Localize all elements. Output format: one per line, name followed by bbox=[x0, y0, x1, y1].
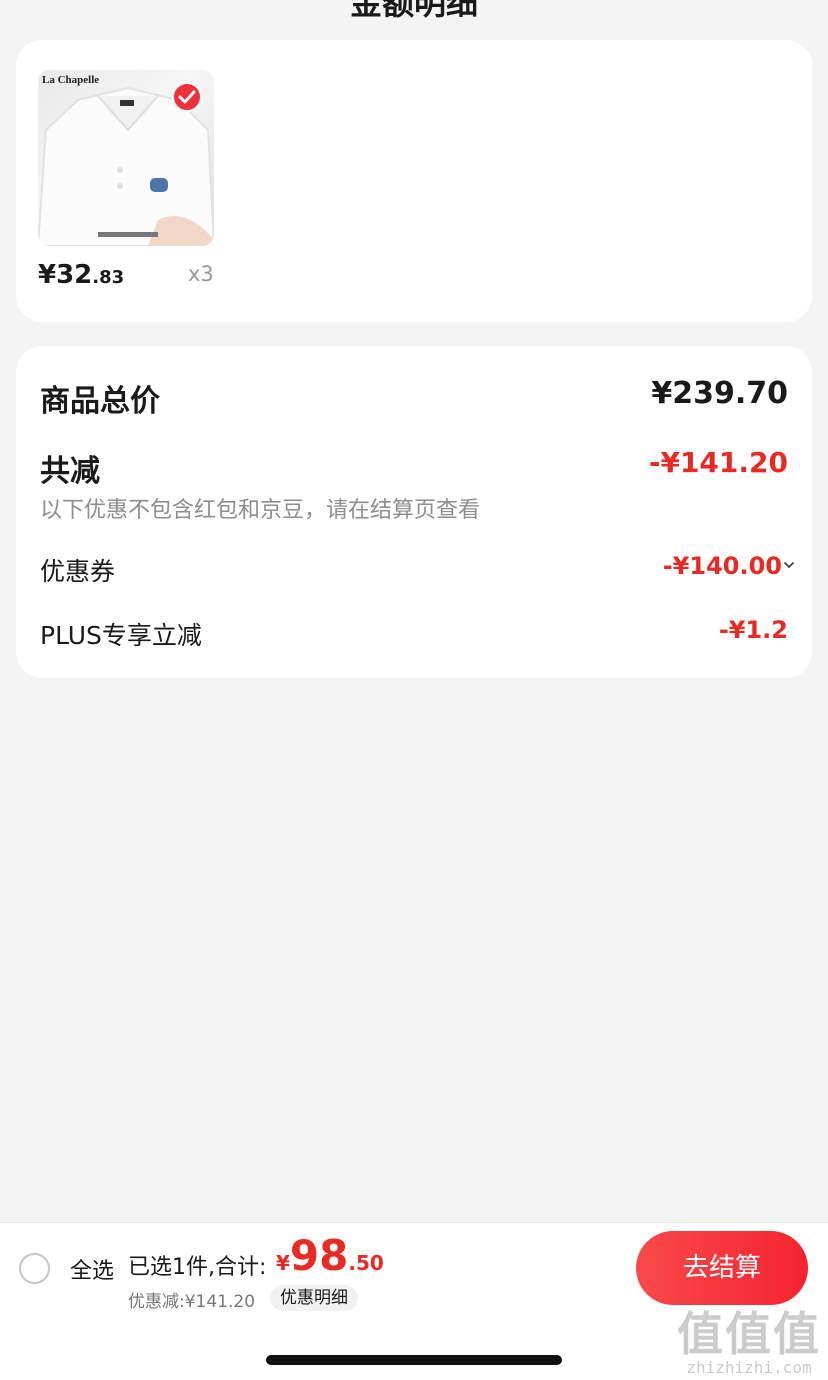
home-area: 值值值 zhizhizhi.com bbox=[0, 1307, 828, 1380]
page-title: 金额明细 bbox=[349, 0, 478, 22]
total-value: ¥239.70 bbox=[651, 376, 788, 411]
select-all-label[interactable]: 全选 bbox=[70, 1253, 114, 1285]
summary-card: 商品总价 ¥239.70 共减 -¥141.20 以下优惠不包含红包和京豆，请在… bbox=[16, 346, 812, 678]
sum-int: 98 bbox=[289, 1231, 349, 1280]
coupon-amount: -¥140.00 bbox=[662, 552, 782, 580]
total-row: 商品总价 ¥239.70 bbox=[40, 376, 788, 419]
coupon-row[interactable]: 优惠券 -¥140.00 bbox=[40, 552, 794, 588]
checkout-button[interactable]: 去结算 bbox=[636, 1231, 808, 1305]
discount-detail-button[interactable]: 优惠明细 bbox=[270, 1285, 358, 1311]
product-price: ¥32.83 bbox=[38, 260, 124, 290]
coupon-label: 优惠券 bbox=[40, 557, 116, 586]
plus-value: -¥1.2 bbox=[718, 616, 788, 644]
sum-price: ¥98.50 bbox=[276, 1231, 384, 1280]
reduce-label: 共减 bbox=[40, 454, 100, 489]
product-image[interactable]: La Chapelle bbox=[38, 70, 214, 246]
plus-label: PLUS专享立减 bbox=[40, 621, 202, 650]
product-quantity: x3 bbox=[188, 262, 214, 286]
discount-note: 以下优惠不包含红包和京豆，请在结算页查看 bbox=[40, 498, 481, 523]
sum-cents: .50 bbox=[348, 1251, 384, 1275]
close-icon bbox=[764, 0, 800, 10]
total-label: 商品总价 bbox=[40, 384, 160, 419]
watermark-url: zhizhizhi.com bbox=[686, 1358, 812, 1377]
reduce-value: -¥141.20 bbox=[648, 446, 788, 479]
watermark-logo: 值值值 bbox=[677, 1307, 821, 1361]
header: 金额明细 bbox=[0, 0, 828, 30]
note-row: 以下优惠不包含红包和京豆，请在结算页查看 bbox=[40, 492, 788, 523]
selected-info: 已选1件,合计: bbox=[128, 1255, 267, 1280]
product-price-cents: .83 bbox=[92, 267, 125, 288]
reduce-row: 共减 -¥141.20 bbox=[40, 446, 788, 489]
check-icon bbox=[178, 90, 196, 104]
close-button[interactable] bbox=[764, 0, 800, 10]
product-price-int: ¥32 bbox=[38, 260, 93, 290]
chevron-down-icon[interactable] bbox=[782, 558, 796, 572]
coupon-value: -¥140.00 bbox=[662, 552, 794, 580]
watermark: 值值值 zhizhizhi.com bbox=[676, 1298, 822, 1377]
select-all-radio[interactable] bbox=[19, 1253, 50, 1284]
brand-logo: La Chapelle bbox=[42, 74, 100, 86]
discount-summary: 优惠减:¥141.20 bbox=[128, 1292, 256, 1312]
product-card: La Chapelle ¥32.83 x3 bbox=[16, 40, 812, 322]
sum-yen: ¥ bbox=[276, 1251, 290, 1275]
home-indicator[interactable] bbox=[266, 1355, 562, 1365]
plus-row: PLUS专享立减 -¥1.2 bbox=[40, 616, 788, 652]
selected-checkmark[interactable] bbox=[172, 82, 202, 112]
